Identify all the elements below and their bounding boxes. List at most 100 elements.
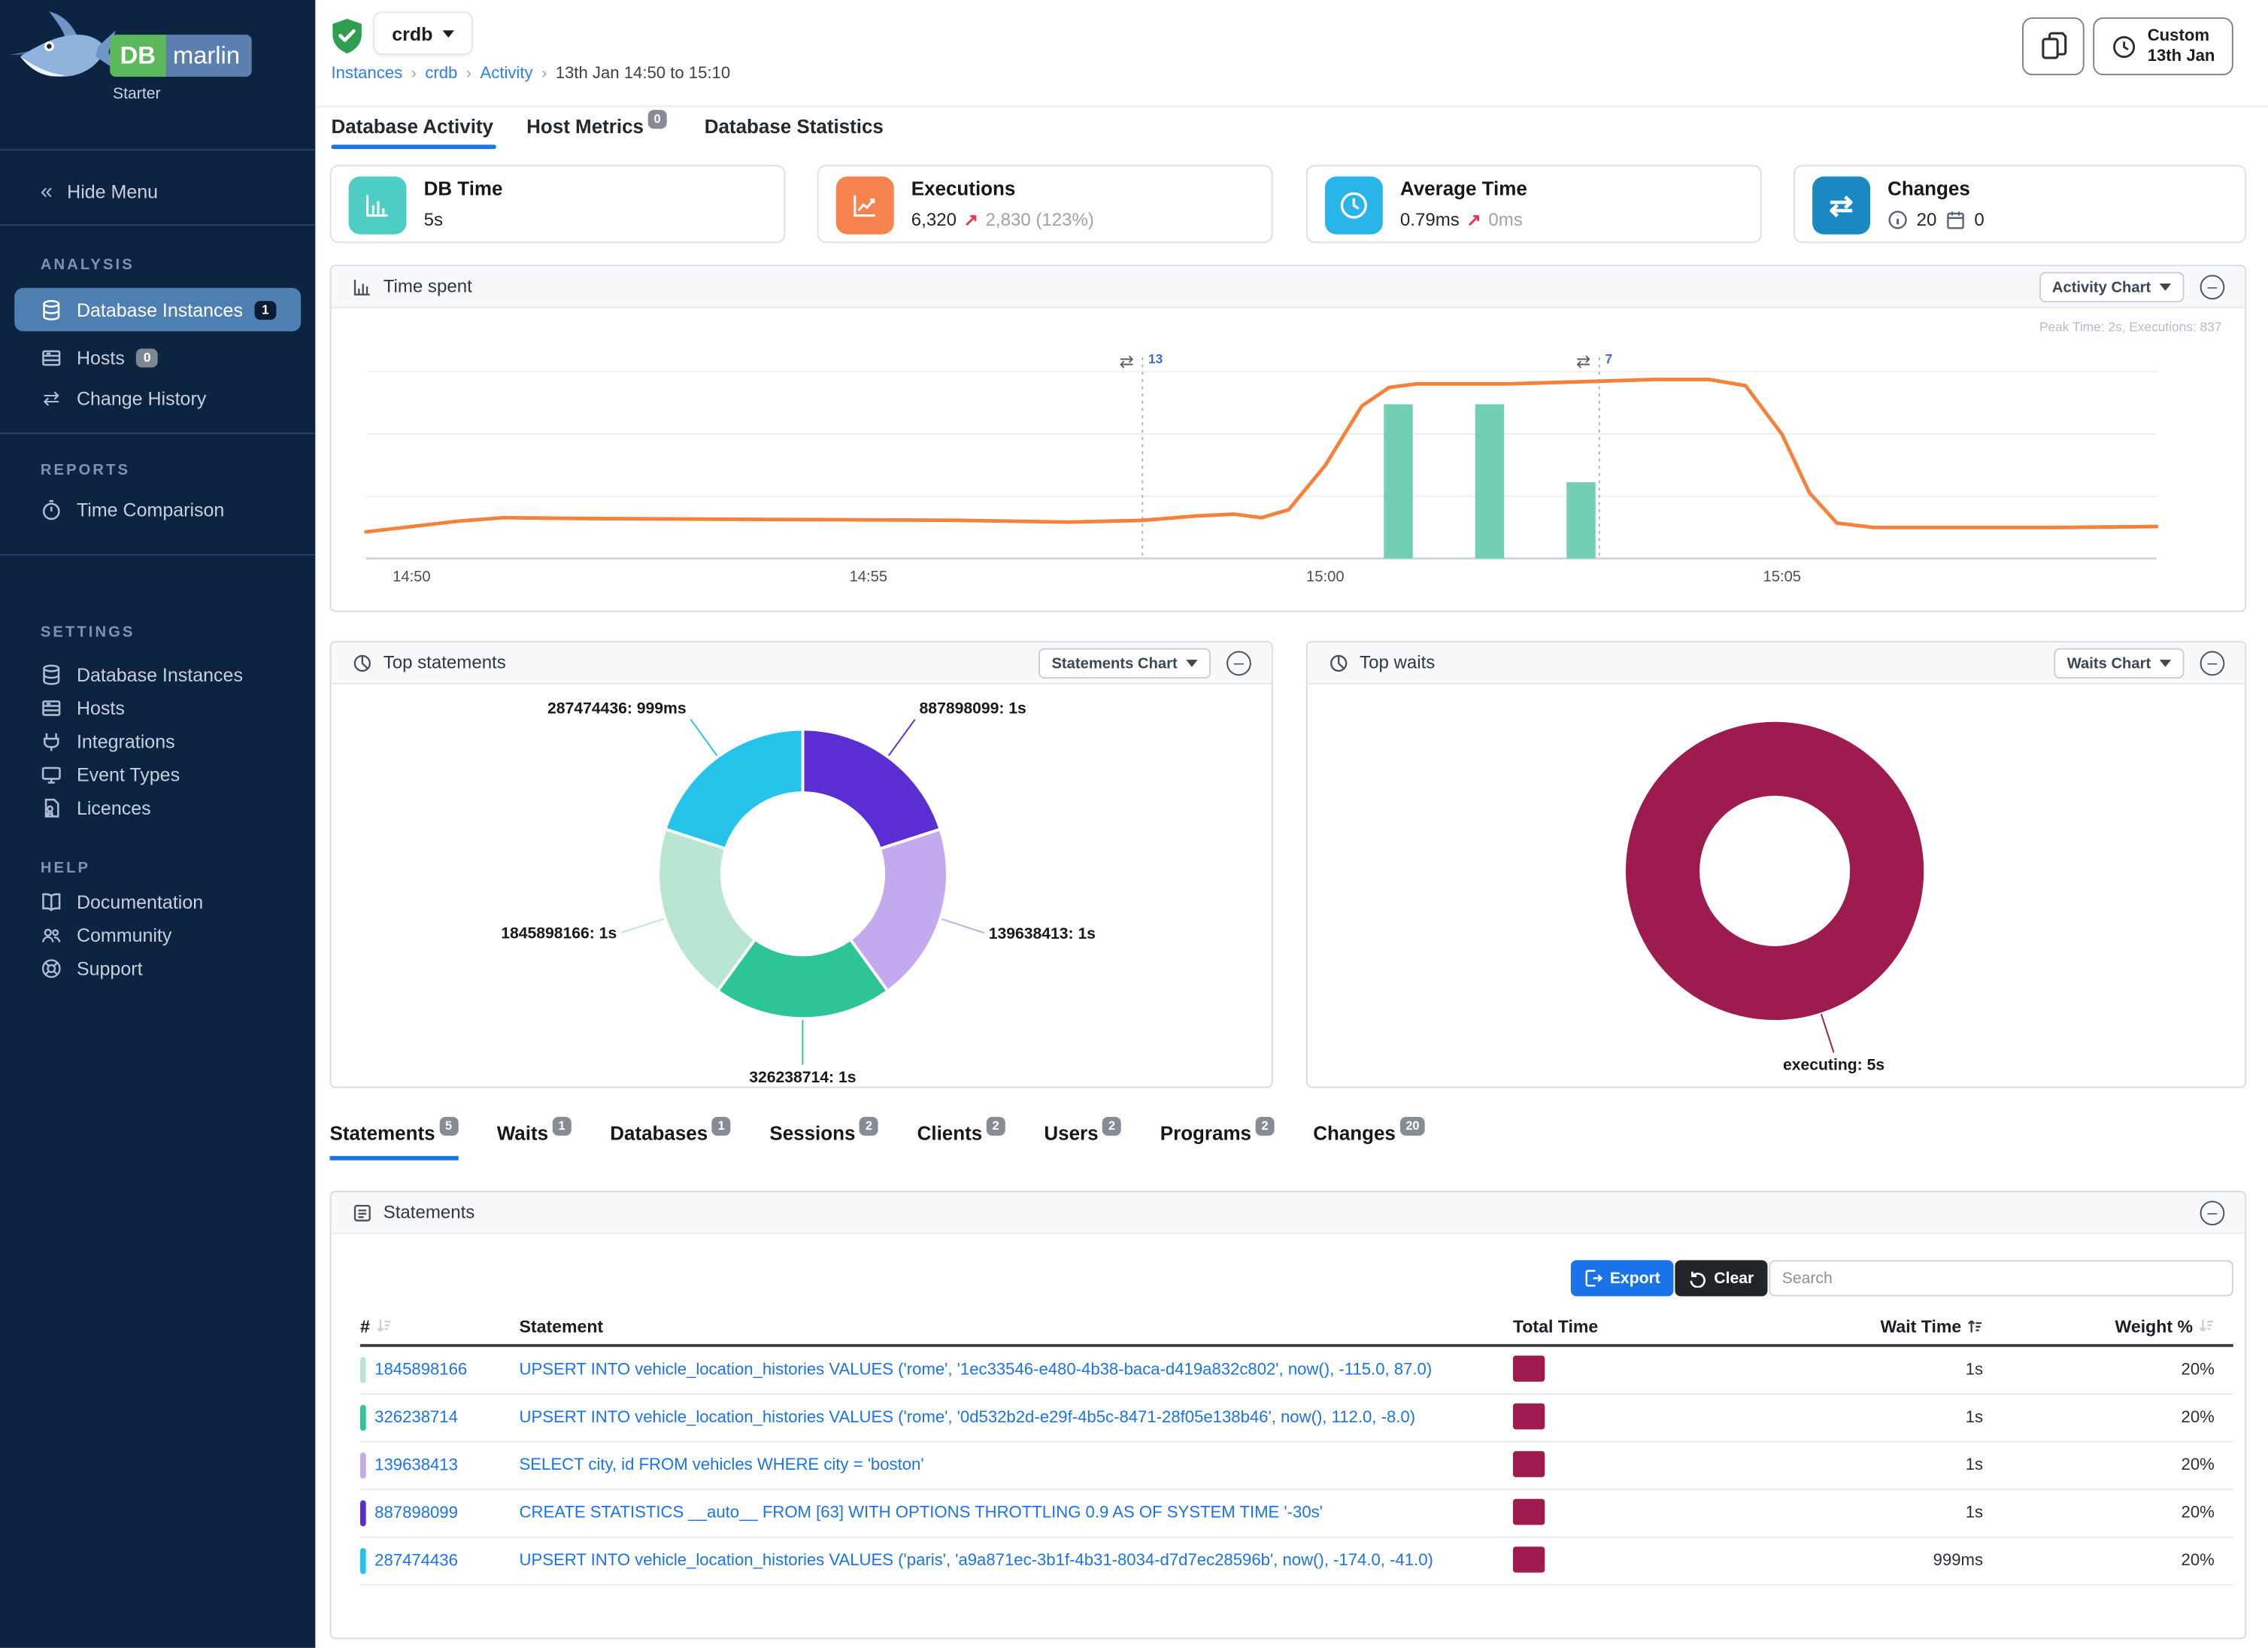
sidebar-item-hosts[interactable]: Hosts 0	[14, 337, 301, 378]
tab-database-statistics[interactable]: Database Statistics	[705, 116, 884, 138]
kpi-executions: Executions 6,320 ↗ 2,830 (123%)	[817, 165, 1273, 243]
statement-id-link[interactable]: 1845898166	[374, 1361, 467, 1379]
collapse-panel-button[interactable]	[1226, 651, 1251, 676]
statements-table: # Statement Total Time Wait Time Weight …	[360, 1308, 2233, 1586]
sidebar-item-integrations[interactable]: Integrations	[14, 724, 301, 758]
column-header-weight[interactable]: Weight %	[1983, 1316, 2233, 1336]
statement-sql-link[interactable]: UPSERT INTO vehicle_location_histories V…	[520, 1552, 1513, 1570]
tab-label: Database Activity	[331, 116, 493, 138]
column-header-total-time[interactable]: Total Time	[1513, 1316, 1730, 1336]
tab-waits[interactable]: Waits1	[497, 1123, 572, 1160]
total-time-bar	[1513, 1498, 1545, 1525]
instance-name: crdb	[392, 23, 432, 44]
tab-users[interactable]: Users2	[1044, 1123, 1120, 1160]
tab-database-activity[interactable]: Database Activity	[331, 116, 493, 138]
hide-menu-button[interactable]: « Hide Menu	[14, 171, 301, 211]
sidebar-item-documentation[interactable]: Documentation	[14, 884, 301, 918]
breadcrumb-separator: ›	[541, 65, 547, 83]
table-header-row: # Statement Total Time Wait Time Weight …	[360, 1308, 2233, 1347]
search-input[interactable]	[1769, 1260, 2233, 1296]
divider	[0, 432, 315, 434]
statement-sql-link[interactable]: UPSERT INTO vehicle_location_histories V…	[520, 1361, 1513, 1379]
sort-down-icon	[2199, 1317, 2215, 1333]
count-badge: 1	[712, 1117, 730, 1135]
kpi-value: 0.79ms	[1400, 210, 1460, 230]
export-icon	[1584, 1269, 1602, 1288]
kpi-event-count: 0	[1974, 210, 1984, 230]
time-range-line2: 13th Jan	[2148, 47, 2215, 65]
tab-clients[interactable]: Clients2	[917, 1123, 1005, 1160]
pie-chart-icon	[353, 653, 371, 672]
breadcrumb-instances[interactable]: Instances	[331, 65, 402, 83]
collapse-panel-button[interactable]	[2200, 275, 2225, 299]
bar-chart-icon	[349, 177, 407, 235]
statement-id-link[interactable]: 287474436	[374, 1552, 458, 1570]
top-statements-donut[interactable]: 887898099: 1s139638413: 1s326238714: 1s1…	[331, 684, 1274, 1087]
divider	[0, 554, 315, 556]
undo-icon	[1688, 1269, 1707, 1288]
statement-id-link[interactable]: 326238714	[374, 1410, 458, 1427]
tab-changes[interactable]: Changes20	[1313, 1123, 1425, 1160]
time-spent-chart[interactable]: 14:5014:5515:0015:05⇄13⇄7	[331, 308, 2248, 609]
statements-chart-dropdown[interactable]: Statements Chart	[1038, 648, 1211, 678]
total-time-bar	[1513, 1355, 1545, 1381]
sidebar-item-time-comparison[interactable]: Time Comparison	[14, 489, 301, 530]
sidebar-item-settings-hosts[interactable]: Hosts	[14, 690, 301, 724]
svg-text:13: 13	[1148, 351, 1163, 366]
waits-chart-dropdown[interactable]: Waits Chart	[2054, 648, 2184, 678]
column-header-num[interactable]: #	[360, 1316, 520, 1336]
sidebar-item-label: Database Instances	[77, 299, 243, 320]
statement-sql-link[interactable]: UPSERT INTO vehicle_location_histories V…	[520, 1409, 1513, 1426]
tab-statements[interactable]: Statements5	[330, 1123, 458, 1160]
breadcrumb-crdb[interactable]: crdb	[425, 65, 457, 83]
top-statements-panel: Top statements Statements Chart 88789809…	[330, 641, 1273, 1088]
count-badge: 0	[136, 348, 158, 367]
tab-sessions[interactable]: Sessions2	[769, 1123, 878, 1160]
copy-button[interactable]	[2022, 17, 2085, 75]
sidebar-item-database-instances[interactable]: Database Instances 1	[14, 288, 301, 332]
count-badge: 1	[254, 300, 276, 319]
column-header-wait-time[interactable]: Wait Time	[1730, 1316, 1983, 1336]
statement-id-cell: 326238714	[360, 1405, 520, 1431]
sidebar-item-licences[interactable]: Licences	[14, 790, 301, 824]
sidebar-item-event-types[interactable]: Event Types	[14, 757, 301, 791]
clear-button[interactable]: Clear	[1675, 1260, 1766, 1296]
instance-selector[interactable]: crdb	[373, 11, 473, 55]
statement-sql-link[interactable]: CREATE STATISTICS __auto__ FROM [63] WIT…	[520, 1504, 1513, 1522]
tab-label: Statements	[330, 1123, 435, 1145]
kpi-title: Changes	[1887, 178, 1970, 200]
count-badge: 1	[553, 1117, 571, 1135]
tab-host-metrics[interactable]: Host Metrics0	[526, 116, 666, 138]
sidebar-item-change-history[interactable]: ⇄ Change History	[14, 378, 301, 418]
statement-id-link[interactable]: 887898099	[374, 1504, 458, 1522]
export-button[interactable]: Export	[1571, 1260, 1673, 1296]
statement-id-cell: 287474436	[360, 1548, 520, 1574]
count-badge: 20	[1400, 1117, 1426, 1135]
statement-id-link[interactable]: 139638413	[374, 1457, 458, 1474]
tab-databases[interactable]: Databases1	[610, 1123, 730, 1160]
kpi-db-time: DB Time 5s	[330, 165, 786, 243]
svg-text:⇄: ⇄	[1576, 352, 1590, 372]
time-range-button[interactable]: Custom 13th Jan	[2093, 17, 2233, 75]
collapse-panel-button[interactable]	[2200, 651, 2225, 676]
sidebar-item-settings-database-instances[interactable]: Database Instances	[14, 657, 301, 691]
column-header-statement[interactable]: Statement	[520, 1316, 1513, 1336]
peak-note: Peak Time: 2s, Executions: 837	[2039, 320, 2222, 334]
activity-chart-dropdown[interactable]: Activity Chart	[2039, 272, 2185, 302]
statement-id-cell: 887898099	[360, 1501, 520, 1527]
chevron-down-icon	[1186, 660, 1197, 667]
tab-label: Database Statistics	[705, 116, 884, 138]
sidebar-item-label: Event Types	[77, 763, 180, 785]
top-waits-donut[interactable]: executing: 5s	[1308, 684, 2248, 1087]
brand-badge: DBmarlin	[110, 35, 251, 77]
dbmarlin-logo	[6, 9, 119, 99]
breadcrumb-activity[interactable]: Activity	[481, 65, 533, 83]
collapse-panel-button[interactable]	[2200, 1200, 2225, 1225]
chevron-down-icon	[443, 29, 454, 37]
svg-text:⇄: ⇄	[1120, 352, 1134, 372]
sidebar-item-community[interactable]: Community	[14, 917, 301, 951]
sidebar-item-support[interactable]: Support	[14, 951, 301, 985]
sidebar-item-label: Hosts	[77, 697, 125, 718]
tab-programs[interactable]: Programs2	[1160, 1123, 1275, 1160]
statement-sql-link[interactable]: SELECT city, id FROM vehicles WHERE city…	[520, 1457, 1513, 1474]
